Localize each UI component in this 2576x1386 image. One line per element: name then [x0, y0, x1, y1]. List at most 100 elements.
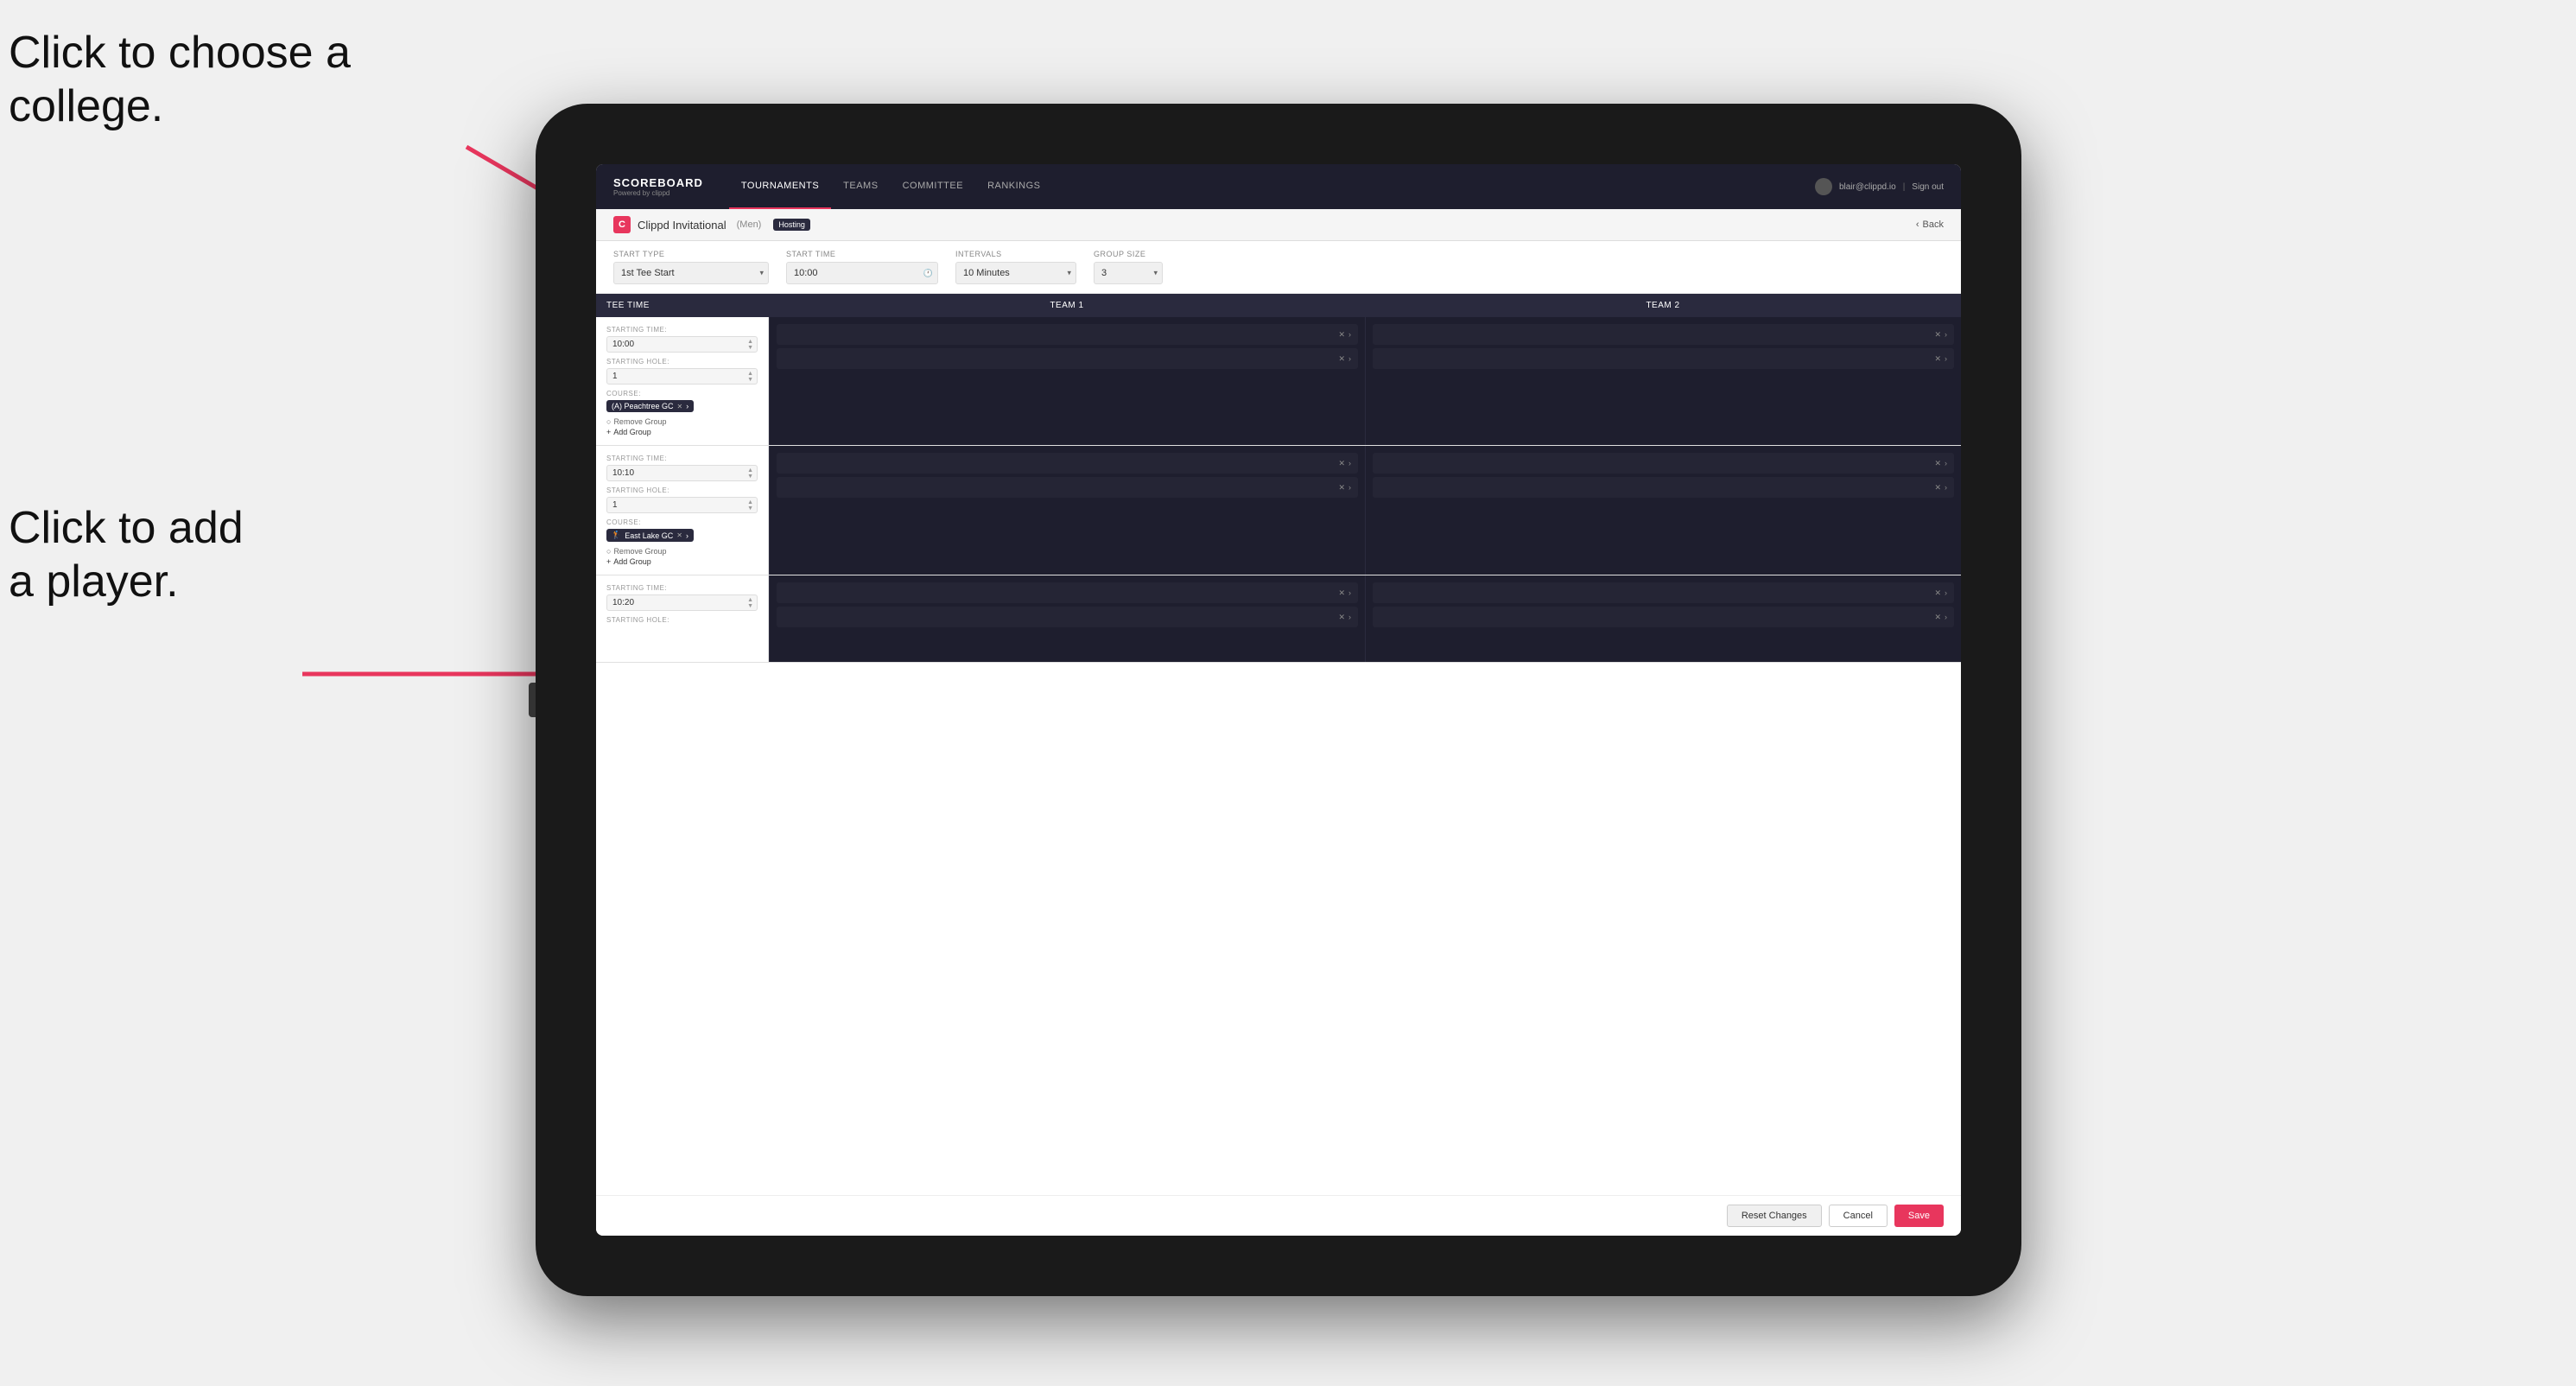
- team2-player-slot-3-1[interactable]: ✕ ›: [1373, 582, 1954, 603]
- group-size-group: Group Size 3: [1094, 250, 1163, 284]
- player-expand-icon[interactable]: ›: [1945, 354, 1947, 364]
- player-expand-icon[interactable]: ›: [1348, 483, 1351, 493]
- player-expand-icon[interactable]: ›: [1348, 613, 1351, 622]
- cancel-button[interactable]: Cancel: [1829, 1205, 1888, 1227]
- start-type-select[interactable]: 1st Tee Start: [613, 262, 769, 284]
- player-expand-icon[interactable]: ›: [1945, 483, 1947, 493]
- add-group-2[interactable]: + Add Group: [606, 557, 758, 566]
- player-x-icon[interactable]: ✕: [1934, 588, 1941, 598]
- team2-player-slot-3-2[interactable]: ✕ ›: [1373, 607, 1954, 627]
- starting-time-label-2: STARTING TIME:: [606, 455, 758, 462]
- player-x-icon[interactable]: ✕: [1934, 330, 1941, 340]
- start-time-input[interactable]: [786, 262, 938, 284]
- player-x-icon[interactable]: ✕: [1338, 613, 1345, 622]
- starting-time-3[interactable]: 10:20 ▲▼: [606, 594, 758, 611]
- player-slot-3-1[interactable]: ✕ ›: [777, 582, 1358, 603]
- team2-players-1: ✕ › ✕ ›: [1365, 317, 1961, 445]
- page-subtitle: (Men): [737, 219, 762, 230]
- group-row-2: STARTING TIME: 10:10 ▲▼ STARTING HOLE: 1…: [596, 446, 1961, 575]
- nav-teams[interactable]: TEAMS: [831, 164, 890, 209]
- player-expand-icon[interactable]: ›: [1945, 330, 1947, 340]
- player-slot-2-1[interactable]: ✕ ›: [777, 453, 1358, 474]
- player-expand-icon[interactable]: ›: [1945, 459, 1947, 468]
- starting-hole-label-3: STARTING HOLE:: [606, 616, 758, 624]
- player-expand-icon[interactable]: ›: [1348, 354, 1351, 364]
- expand-course-1[interactable]: ›: [686, 402, 688, 410]
- starting-time-label-3: STARTING TIME:: [606, 584, 758, 592]
- player-expand-icon[interactable]: ›: [1348, 459, 1351, 468]
- team1-players-1: ✕ › ✕ ›: [769, 317, 1365, 445]
- player-x-icon[interactable]: ✕: [1338, 483, 1345, 493]
- sign-out-link[interactable]: Sign out: [1912, 182, 1944, 192]
- player-x-icon[interactable]: ✕: [1934, 459, 1941, 468]
- team2-players-2: ✕ › ✕ ›: [1365, 446, 1961, 575]
- course-label-1: COURSE:: [606, 390, 758, 397]
- course-tag-1[interactable]: (A) Peachtree GC ✕ ›: [606, 400, 694, 412]
- starting-time-2[interactable]: 10:10 ▲▼: [606, 465, 758, 481]
- group-2-left: STARTING TIME: 10:10 ▲▼ STARTING HOLE: 1…: [596, 446, 769, 575]
- hosting-badge: Hosting: [773, 219, 810, 231]
- start-time-group: Start Time 🕐: [786, 250, 938, 284]
- player-expand-icon[interactable]: ›: [1348, 330, 1351, 340]
- add-group-1[interactable]: + Add Group: [606, 428, 758, 436]
- expand-course-2[interactable]: ›: [686, 531, 688, 540]
- brand-name: SCOREBOARD: [613, 176, 703, 189]
- course-tag-2[interactable]: 🏌 East Lake GC ✕ ›: [606, 529, 694, 542]
- player-x-icon[interactable]: ✕: [1934, 613, 1941, 622]
- group-row-3: STARTING TIME: 10:20 ▲▼ STARTING HOLE: ✕: [596, 575, 1961, 663]
- intervals-select[interactable]: 10 Minutes: [955, 262, 1076, 284]
- save-button[interactable]: Save: [1894, 1205, 1944, 1227]
- player-x-icon[interactable]: ✕: [1338, 588, 1345, 598]
- starting-hole-2[interactable]: 1 ▲▼: [606, 497, 758, 513]
- player-x-icon[interactable]: ✕: [1338, 354, 1345, 364]
- page-title-group: C Clippd Invitational (Men) Hosting: [613, 216, 810, 233]
- form-controls: Start Type 1st Tee Start Start Time 🕐 In…: [596, 241, 1961, 294]
- player-slot-3-2[interactable]: ✕ ›: [777, 607, 1358, 627]
- remove-course-2[interactable]: ✕: [676, 531, 682, 539]
- starting-time-label-1: STARTING TIME:: [606, 326, 758, 334]
- team1-players-2: ✕ › ✕ ›: [769, 446, 1365, 575]
- remove-group-1[interactable]: ○ Remove Group: [606, 417, 758, 426]
- group-size-select[interactable]: 3: [1094, 262, 1163, 284]
- player-x-icon[interactable]: ✕: [1934, 354, 1941, 364]
- start-type-group: Start Type 1st Tee Start: [613, 250, 769, 284]
- team2-player-slot-2-1[interactable]: ✕ ›: [1373, 453, 1954, 474]
- player-x-icon[interactable]: ✕: [1338, 330, 1345, 340]
- group-3-left: STARTING TIME: 10:20 ▲▼ STARTING HOLE:: [596, 575, 769, 662]
- team2-player-slot-2-2[interactable]: ✕ ›: [1373, 477, 1954, 498]
- col-tee-time: Tee Time: [596, 294, 769, 317]
- tablet-side-button: [529, 683, 536, 717]
- user-avatar: [1815, 178, 1832, 195]
- starting-time-1[interactable]: 10:00 ▲▼: [606, 336, 758, 353]
- team2-player-slot-1-1[interactable]: ✕ ›: [1373, 324, 1954, 345]
- player-expand-icon[interactable]: ›: [1945, 588, 1947, 598]
- group-1-left: STARTING TIME: 10:00 ▲▼ STARTING HOLE: 1…: [596, 317, 769, 445]
- col-team1: Team 1: [769, 294, 1365, 317]
- nav-rankings[interactable]: RANKINGS: [975, 164, 1052, 209]
- page-header: C Clippd Invitational (Men) Hosting ‹ Ba…: [596, 209, 1961, 241]
- nav-user: blair@clippd.io | Sign out: [1815, 178, 1944, 195]
- start-type-label: Start Type: [613, 250, 769, 258]
- player-slot-1-2[interactable]: ✕ ›: [777, 348, 1358, 369]
- team2-players-3: ✕ › ✕ ›: [1365, 575, 1961, 662]
- player-expand-icon[interactable]: ›: [1945, 613, 1947, 622]
- player-x-icon[interactable]: ✕: [1338, 459, 1345, 468]
- reset-changes-button[interactable]: Reset Changes: [1727, 1205, 1822, 1227]
- nav-committee[interactable]: COMMITTEE: [891, 164, 976, 209]
- page-title: Clippd Invitational: [638, 219, 726, 232]
- nav-links: TOURNAMENTS TEAMS COMMITTEE RANKINGS: [729, 164, 1815, 209]
- tablet-device: SCOREBOARD Powered by clippd TOURNAMENTS…: [536, 104, 2021, 1296]
- back-button[interactable]: ‹ Back: [1916, 219, 1944, 230]
- remove-group-2[interactable]: ○ Remove Group: [606, 547, 758, 556]
- nav-tournaments[interactable]: TOURNAMENTS: [729, 164, 831, 209]
- player-expand-icon[interactable]: ›: [1348, 588, 1351, 598]
- intervals-group: Intervals 10 Minutes: [955, 250, 1076, 284]
- remove-course-1[interactable]: ✕: [677, 403, 683, 410]
- group-row-1: STARTING TIME: 10:00 ▲▼ STARTING HOLE: 1…: [596, 317, 1961, 446]
- table-header: Tee Time Team 1 Team 2: [596, 294, 1961, 317]
- player-slot-2-2[interactable]: ✕ ›: [777, 477, 1358, 498]
- player-slot-1-1[interactable]: ✕ ›: [777, 324, 1358, 345]
- player-x-icon[interactable]: ✕: [1934, 483, 1941, 493]
- team2-player-slot-1-2[interactable]: ✕ ›: [1373, 348, 1954, 369]
- starting-hole-1[interactable]: 1 ▲▼: [606, 368, 758, 385]
